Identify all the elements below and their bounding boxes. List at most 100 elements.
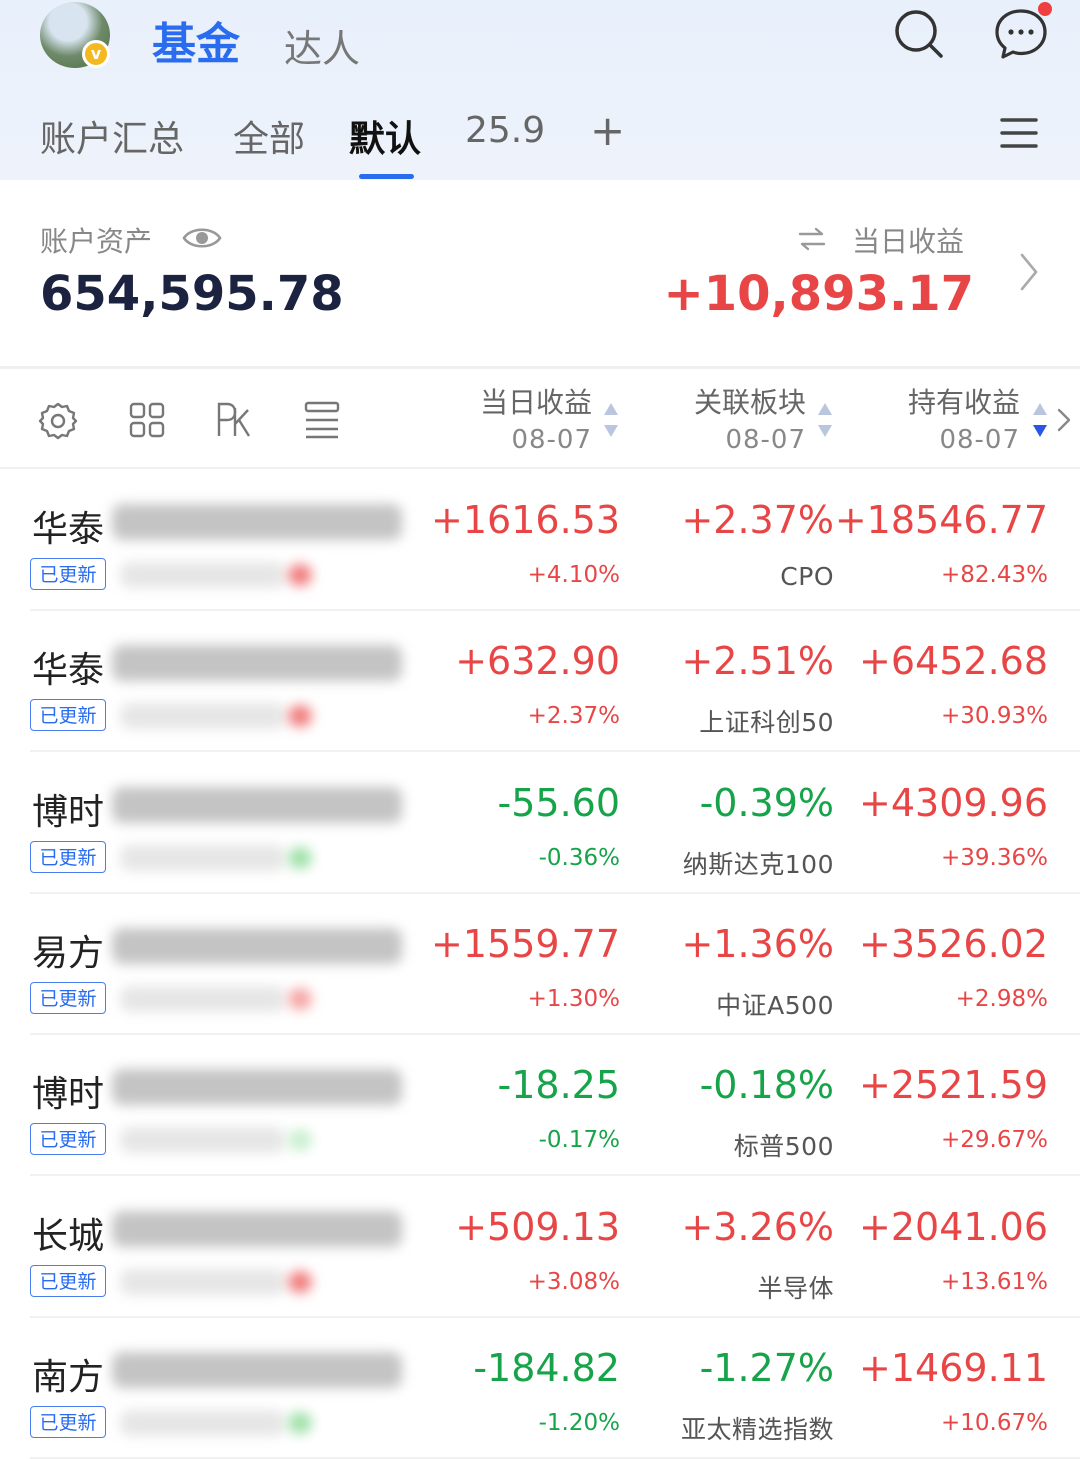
pk-icon[interactable] <box>216 400 252 440</box>
sector-name: 半导体 <box>757 1273 834 1303</box>
fund-row[interactable]: 博时 已更新 -18.25 -0.17% -0.18% 标普500 +2521.59 +29.… <box>0 1035 1080 1177</box>
daily-profit-pct: +4.10% <box>527 562 620 588</box>
fund-name-blurred <box>112 927 402 964</box>
fund-row[interactable]: 华泰已更新 +1616.53 +4.10% +2.37% CPO +18546.77 +82… <box>0 470 1080 611</box>
holding-profit-pct: +2.98% <box>955 985 1048 1012</box>
column-title-sector: 关联板块 <box>693 386 806 419</box>
top-header: v 基金 达人 账户汇总 全部 默认 25.9 + <box>0 0 1080 180</box>
fund-row[interactable]: 长城已更新 +509.13 +3.08% +3.26% 半导体 +2041.06 +13.6… <box>0 1177 1080 1318</box>
tab-expert[interactable]: 达人 <box>284 18 360 73</box>
fund-name-blurred <box>112 504 402 540</box>
fund-name: 长城 <box>32 1215 105 1257</box>
sector-name: CPO <box>780 562 834 591</box>
daily-profit: -18.25 <box>497 1063 621 1108</box>
fund-code-blurred <box>120 844 285 871</box>
sector-change-pct: +1.36% <box>681 921 834 966</box>
updated-badge: 已更新 <box>30 558 106 590</box>
sector-change-pct: +3.26% <box>681 1204 834 1249</box>
holding-profit: +3526.02 <box>859 921 1048 966</box>
updated-badge: 已更新 <box>30 1264 106 1297</box>
fund-name: 博时 <box>32 1074 105 1116</box>
daily-profit: -184.82 <box>473 1345 620 1390</box>
trend-dot <box>288 846 312 869</box>
tab-all[interactable]: 全部 <box>233 110 305 162</box>
column-date-sector: 08-07 <box>725 425 806 455</box>
fund-name: 博时 <box>32 791 105 833</box>
holding-profit-pct: +39.36% <box>941 844 1048 871</box>
tab-fund[interactable]: 基金 <box>152 8 240 72</box>
chevron-right-icon[interactable] <box>1018 252 1040 292</box>
daily-profit: -55.60 <box>497 780 621 825</box>
column-title-daily: 当日收益 <box>479 386 592 419</box>
sector-change-pct: -0.18% <box>699 1063 834 1108</box>
fund-name: 易方 <box>32 932 105 974</box>
fund-name-blurred <box>112 1351 402 1388</box>
trend-dot <box>288 1270 312 1293</box>
daily-profit: +1559.77 <box>431 921 620 966</box>
fund-row[interactable]: 博时 已更新 -55.60 -0.36% -0.39% 纳斯达克100 +4309.96 +3… <box>0 753 1080 894</box>
tab-default[interactable]: 默认 <box>349 110 421 162</box>
notification-dot <box>1038 2 1052 16</box>
fund-row[interactable]: 华泰 已更新 +632.90 +2.37% +2.51% 上证科创50 +6452.68 +3… <box>0 611 1080 753</box>
holding-profit-pct: +30.93% <box>941 703 1048 730</box>
account-summary: 账户资产 654,595.78 当日收益 +10,893.17 <box>0 180 1080 366</box>
daily-profit-pct: +2.37% <box>527 703 620 730</box>
holding-profit-pct: +13.61% <box>941 1268 1048 1295</box>
fund-row[interactable]: 南方 已更新 -184.82 -1.20% -1.27% 亚太精选指数 +1469.11 +1… <box>0 1318 1080 1459</box>
settings-icon[interactable] <box>38 401 78 441</box>
fund-name: 华泰 <box>32 650 105 692</box>
column-date-holding: 08-07 <box>939 425 1020 455</box>
sector-change-pct: +2.37% <box>681 498 834 542</box>
fund-name-blurred <box>112 786 402 823</box>
fund-code-blurred <box>120 562 285 588</box>
fund-name: 华泰 <box>32 509 105 550</box>
message-icon[interactable] <box>994 8 1048 60</box>
holding-profit: +2521.59 <box>859 1063 1048 1108</box>
row-divider <box>30 1456 1080 1459</box>
grid-icon[interactable] <box>129 402 165 438</box>
tab-account-summary[interactable]: 账户汇总 <box>40 110 184 162</box>
menu-icon[interactable] <box>1000 116 1038 150</box>
search-icon[interactable] <box>893 8 945 60</box>
sector-change-pct: -1.27% <box>699 1345 834 1390</box>
holding-profit: +4309.96 <box>859 780 1048 825</box>
fund-row[interactable]: 易方 已更新 +1559.77 +1.30% +1.36% 中证A500 +3526.02 +… <box>0 894 1080 1035</box>
assets-label: 账户资产 <box>40 225 153 258</box>
daily-profit-label: 当日收益 <box>852 225 965 258</box>
sort-icon <box>604 403 618 437</box>
tab-25-9[interactable]: 25.9 <box>465 110 545 151</box>
trend-dot <box>288 1411 312 1434</box>
trend-dot <box>288 564 312 586</box>
daily-profit: +509.13 <box>455 1204 620 1249</box>
holding-profit-pct: +10.67% <box>941 1409 1048 1436</box>
swap-icon[interactable] <box>798 226 826 252</box>
trend-dot <box>288 1129 312 1152</box>
sector-change-pct: -0.39% <box>699 780 834 825</box>
daily-profit-pct: -1.20% <box>538 1409 620 1436</box>
daily-profit: +632.90 <box>455 639 620 684</box>
daily-profit-pct: +1.30% <box>527 985 620 1012</box>
daily-profit-pct: +3.08% <box>527 1268 620 1295</box>
updated-badge: 已更新 <box>30 1123 106 1156</box>
fund-code-blurred <box>120 1268 285 1295</box>
column-title-holding: 持有收益 <box>907 386 1020 419</box>
active-tab-indicator <box>359 174 414 179</box>
holding-profit: +18546.77 <box>834 498 1048 542</box>
add-group-button[interactable]: + <box>590 106 625 155</box>
header-divider <box>0 467 1080 469</box>
trend-dot <box>288 987 312 1010</box>
updated-badge: 已更新 <box>30 1405 106 1438</box>
eye-icon[interactable] <box>182 224 222 252</box>
holding-profit: +6452.68 <box>859 639 1048 684</box>
holding-profit: +2041.06 <box>859 1204 1048 1249</box>
sort-icon <box>818 403 832 437</box>
fund-code-blurred <box>120 985 285 1012</box>
scroll-right-icon[interactable] <box>1056 407 1072 433</box>
fund-name-blurred <box>112 1210 402 1247</box>
daily-profit: +1616.53 <box>431 498 620 542</box>
list-icon[interactable] <box>304 401 340 439</box>
sector-name: 纳斯达克100 <box>682 849 834 879</box>
holding-profit-pct: +82.43% <box>941 562 1048 588</box>
fund-name-blurred <box>112 645 402 682</box>
fund-name-blurred <box>112 1069 402 1106</box>
